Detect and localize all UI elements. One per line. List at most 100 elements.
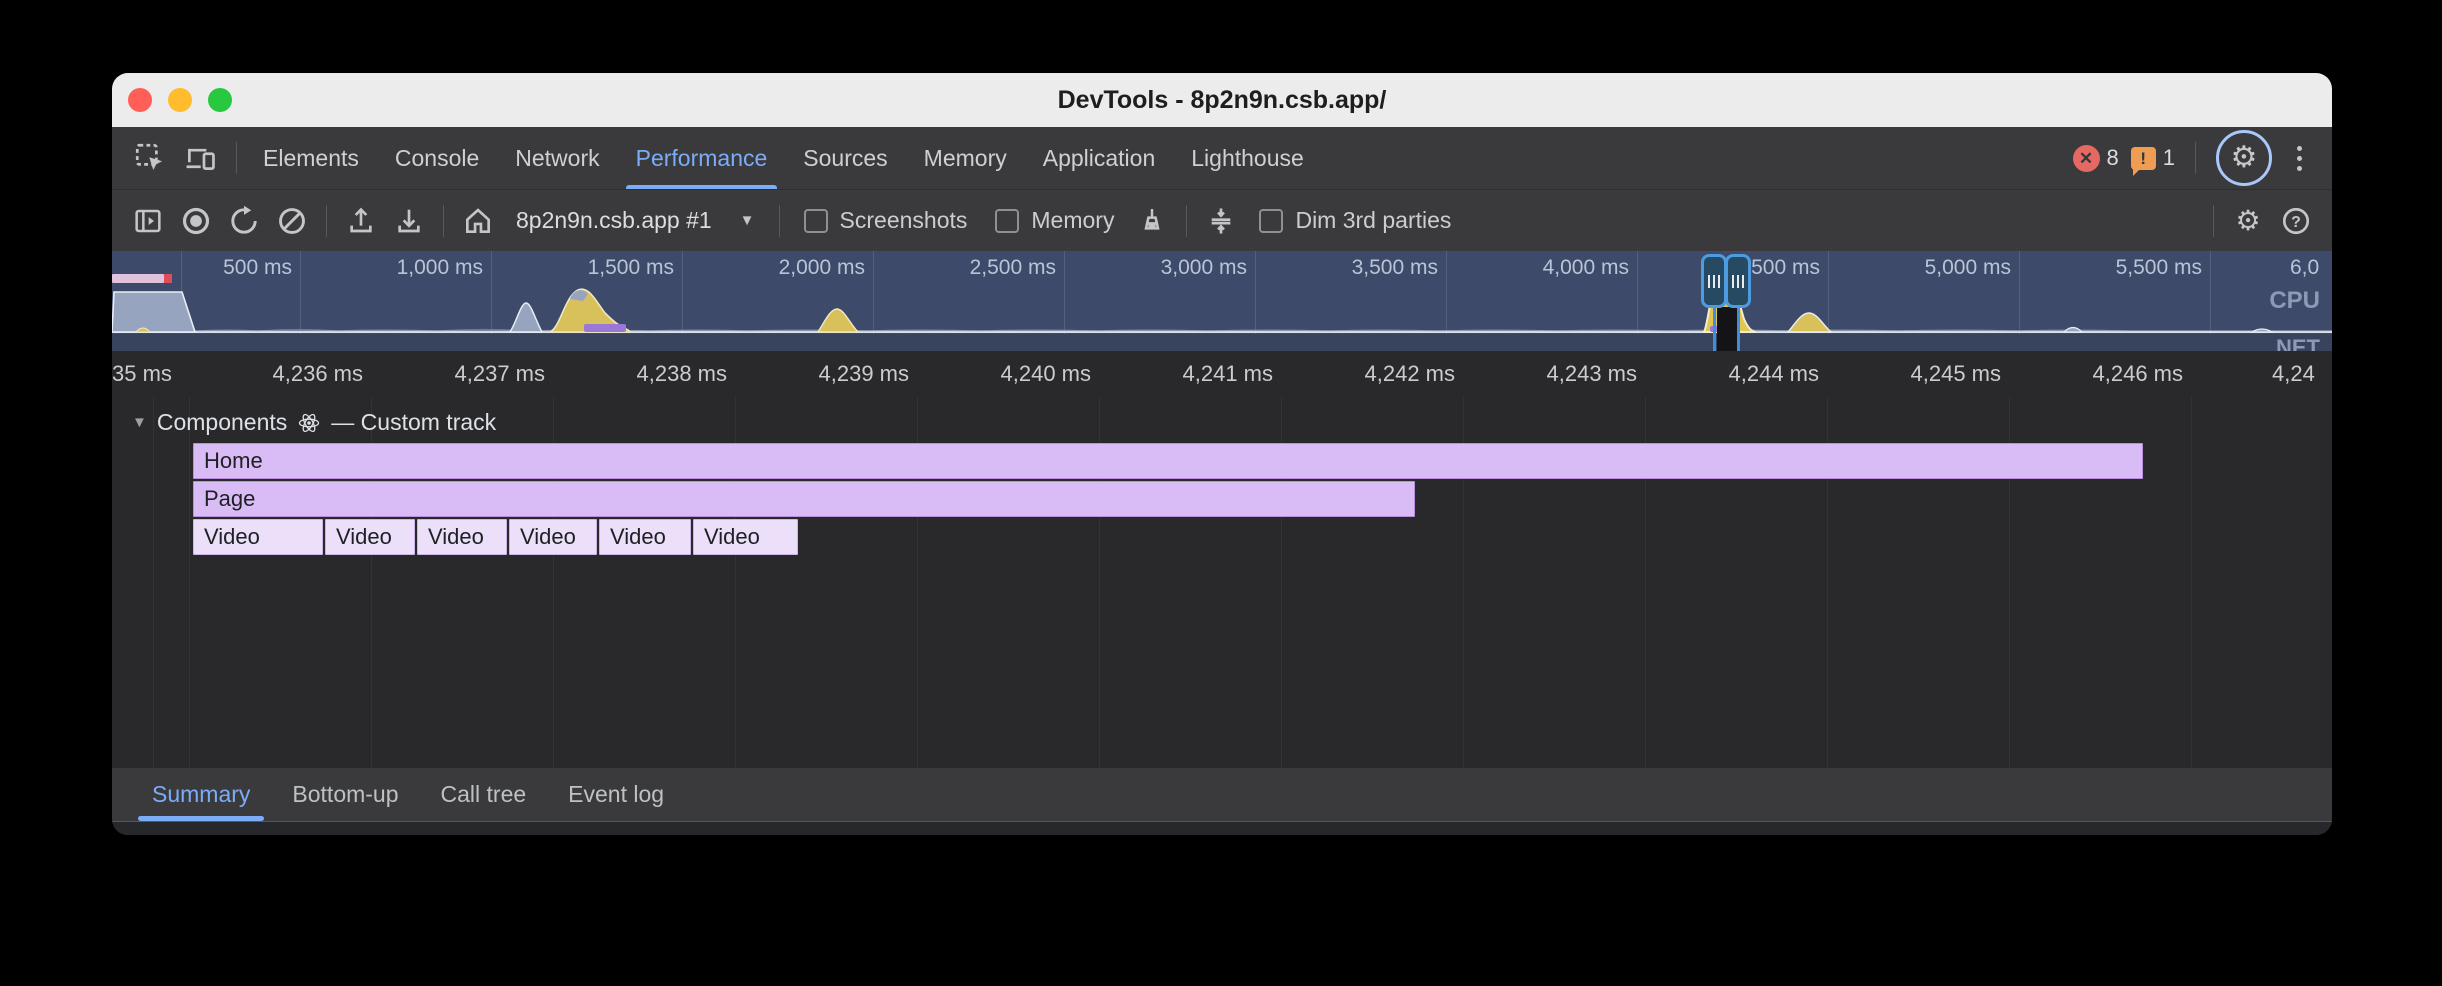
capture-settings-gear-icon[interactable]: ⚙ [2226, 199, 2270, 243]
react-atom-icon [297, 411, 321, 435]
time-ruler: 35 ms 4,236 ms 4,237 ms 4,238 ms 4,239 m… [112, 351, 2332, 397]
component-bar[interactable]: Page [193, 481, 1415, 517]
ruler-tick-label: 4,237 ms [383, 351, 545, 397]
separator [443, 205, 444, 237]
panel-tab[interactable]: Elements [245, 127, 377, 189]
ruler-tick-label: 4,244 ms [1657, 351, 1819, 397]
error-count: 8 [2107, 145, 2119, 171]
panel-tab[interactable]: Lighthouse [1173, 127, 1322, 189]
more-options-menu-button[interactable] [2284, 136, 2314, 180]
target-selector[interactable]: 8p2n9n.csb.app #1 ▼ [504, 207, 767, 234]
video-component-bar[interactable]: Video [417, 519, 507, 555]
track-name: Components [157, 409, 287, 436]
memory-checkbox[interactable]: Memory [983, 207, 1126, 234]
save-profile-icon[interactable] [387, 199, 431, 243]
ruler-tick-label: 4,246 ms [2021, 351, 2183, 397]
device-toolbar-icon[interactable] [178, 136, 222, 180]
bottom-tab[interactable]: Summary [136, 768, 266, 821]
components-track-header[interactable]: ▼ Components — Custom track [132, 409, 496, 436]
video-component-bar[interactable]: Video [693, 519, 798, 555]
overview-tick-label: 5,000 ms [1849, 254, 2011, 282]
close-window-button[interactable] [128, 88, 152, 112]
tabbar-left-icons [112, 127, 245, 189]
panel-tab[interactable]: Network [497, 127, 617, 189]
console-warnings-badge[interactable]: ! 1 [2131, 145, 2175, 171]
ruler-tick-label: 4,24 [2272, 351, 2315, 397]
bottom-tabs: Summary Bottom-up Call tree Event log [112, 768, 2332, 821]
ruler-tick-label: 4,241 ms [1111, 351, 1273, 397]
video-component-bar[interactable]: Video [599, 519, 691, 555]
selection-left-handle[interactable] [1701, 254, 1727, 308]
chevron-down-icon: ▼ [740, 212, 755, 229]
panel-tab[interactable]: Console [377, 127, 497, 189]
video-component-bar[interactable]: Video [193, 519, 323, 555]
collect-garbage-icon[interactable] [1130, 199, 1174, 243]
ruler-tick-label: 4,245 ms [1839, 351, 2001, 397]
toolbar-right: ⚙ ? [2205, 199, 2318, 243]
record-and-reload-button[interactable] [222, 199, 266, 243]
help-icon[interactable]: ? [2274, 199, 2318, 243]
bottom-tab[interactable]: Call tree [425, 768, 543, 821]
home-icon[interactable] [456, 199, 500, 243]
bottom-tab[interactable]: Bottom-up [276, 768, 414, 821]
separator [2213, 205, 2214, 237]
separator [779, 205, 780, 237]
ruler-tick-label: 4,242 ms [1293, 351, 1455, 397]
collapse-sections-icon[interactable] [1199, 199, 1243, 243]
collapse-triangle-icon[interactable]: ▼ [132, 414, 147, 431]
panel-tab[interactable]: Performance [618, 127, 786, 189]
gear-icon: ⚙ [2231, 143, 2258, 173]
devtools-window: DevTools - 8p2n9n.csb.app/ Element [112, 73, 2332, 835]
console-errors-badge[interactable]: ✕ 8 [2073, 145, 2119, 172]
video-bars-row: Video Video Video Video Video Video [193, 519, 2143, 555]
cpu-lane-label: CPU [2269, 287, 2320, 315]
zoom-window-button[interactable] [208, 88, 232, 112]
minimize-window-button[interactable] [168, 88, 192, 112]
overview-tick-label: 2,000 ms [703, 254, 865, 282]
overview-tick-label: 3,000 ms [1085, 254, 1247, 282]
ruler-tick-label: 35 ms [112, 351, 172, 397]
selection-window [1717, 307, 1738, 351]
separator [2195, 142, 2196, 174]
devtools-tabbar: Elements Console Network Performance Sou… [112, 127, 2332, 189]
window-bottom-edge [112, 822, 2332, 835]
performance-toolbar: 8p2n9n.csb.app #1 ▼ Screenshots Memory [112, 189, 2332, 251]
flame-chart-area[interactable]: ▼ Components — Custom track Home Page Vi… [112, 397, 2332, 768]
selection-right-handle[interactable] [1725, 254, 1751, 308]
panel-tab[interactable]: Sources [785, 127, 905, 189]
error-icon: ✕ [2073, 145, 2100, 172]
overview-tick-label: 500 ms [130, 254, 292, 282]
checkbox-box [1259, 209, 1283, 233]
timeline-overview[interactable]: 500 ms 1,000 ms 1,500 ms 2,000 ms 2,500 … [112, 251, 2332, 351]
overview-tick-label: 1,500 ms [512, 254, 674, 282]
window-title: DevTools - 8p2n9n.csb.app/ [1058, 86, 1387, 115]
titlebar: DevTools - 8p2n9n.csb.app/ [112, 73, 2332, 127]
inspect-element-icon[interactable] [128, 136, 172, 180]
checkbox-box [804, 209, 828, 233]
video-component-bar[interactable]: Video [509, 519, 597, 555]
overview-tick-label: 5,500 ms [2040, 254, 2202, 282]
component-bar[interactable]: Home [193, 443, 2143, 479]
svg-text:?: ? [2291, 213, 2301, 230]
components-track-rows: Home Page Video Video Video Video Video … [193, 443, 2143, 555]
clear-recording-button[interactable] [270, 199, 314, 243]
ruler-tick-label: 4,236 ms [201, 351, 363, 397]
record-button[interactable] [174, 199, 218, 243]
separator [1186, 205, 1187, 237]
video-component-bar[interactable]: Video [325, 519, 415, 555]
bottom-tab[interactable]: Event log [552, 768, 680, 821]
toggle-sidebar-icon[interactable] [126, 199, 170, 243]
ruler-tick-label: 4,243 ms [1475, 351, 1637, 397]
target-label: 8p2n9n.csb.app #1 [516, 207, 712, 234]
devtools-settings-button[interactable]: ⚙ [2216, 130, 2272, 186]
checkbox-box [995, 209, 1019, 233]
dim-third-parties-checkbox[interactable]: Dim 3rd parties [1247, 207, 1463, 234]
ruler-tick-label: 4,240 ms [929, 351, 1091, 397]
load-profile-icon[interactable] [339, 199, 383, 243]
overview-tick-label: 1,000 ms [321, 254, 483, 282]
panel-tab[interactable]: Memory [906, 127, 1025, 189]
screenshots-checkbox[interactable]: Screenshots [792, 207, 980, 234]
ruler-tick-label: 4,238 ms [565, 351, 727, 397]
panel-tab[interactable]: Application [1025, 127, 1174, 189]
separator [236, 142, 237, 174]
